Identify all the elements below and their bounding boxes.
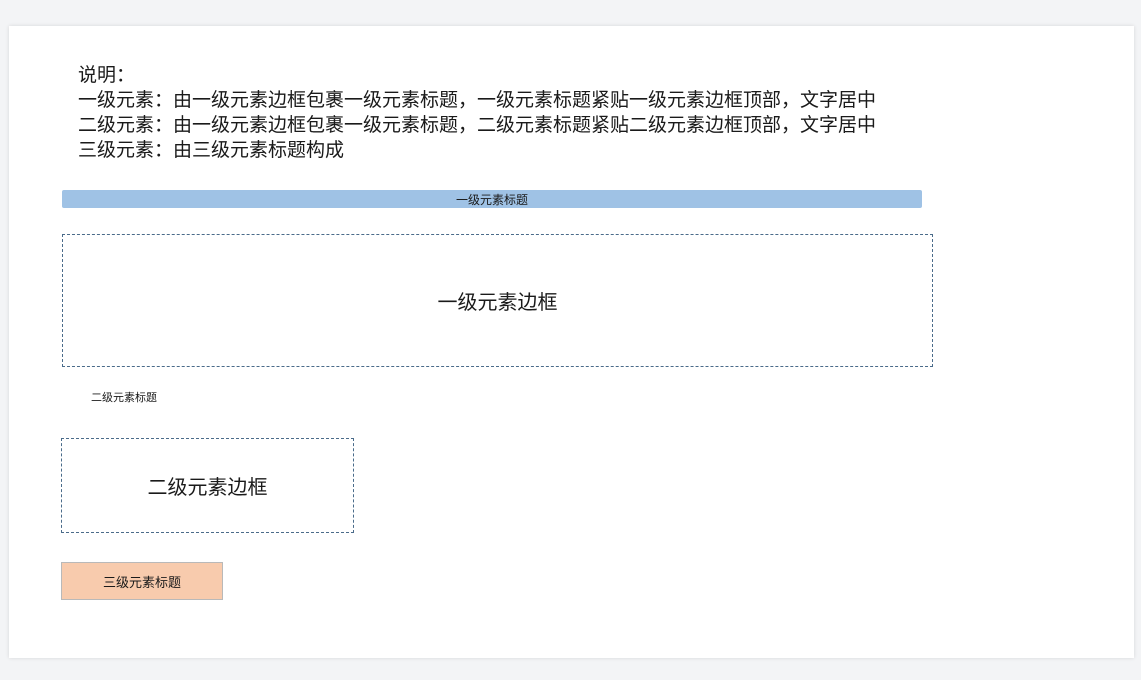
level1-border-box[interactable]: 一级元素边框 <box>62 234 933 367</box>
level1-title-text: 一级元素标题 <box>455 192 528 207</box>
notes-line-level1: 一级元素：由一级元素边框包裹一级元素标题，一级元素标题紧贴一级元素边框顶部，文字… <box>78 89 877 111</box>
level2-title-text[interactable]: 二级元素标题 <box>91 389 157 405</box>
notes-block: 说明： 一级元素：由一级元素边框包裹一级元素标题，一级元素标题紧贴一级元素边框顶… <box>78 63 876 163</box>
level1-border-label: 一级元素边框 <box>437 290 558 314</box>
notes-heading: 说明： <box>78 64 136 86</box>
level2-border-box[interactable]: 二级元素边框 <box>61 438 354 533</box>
notes-line-level2: 二级元素：由一级元素边框包裹一级元素标题，二级元素标题紧贴二级元素边框顶部，文字… <box>78 114 877 136</box>
notes-line-level3: 三级元素：由三级元素标题构成 <box>78 139 345 161</box>
level2-border-label: 二级元素边框 <box>147 475 268 499</box>
level3-title-text: 三级元素标题 <box>102 575 181 591</box>
level1-title-bar[interactable]: 一级元素标题 <box>62 190 922 208</box>
level3-title-box[interactable]: 三级元素标题 <box>61 562 223 600</box>
